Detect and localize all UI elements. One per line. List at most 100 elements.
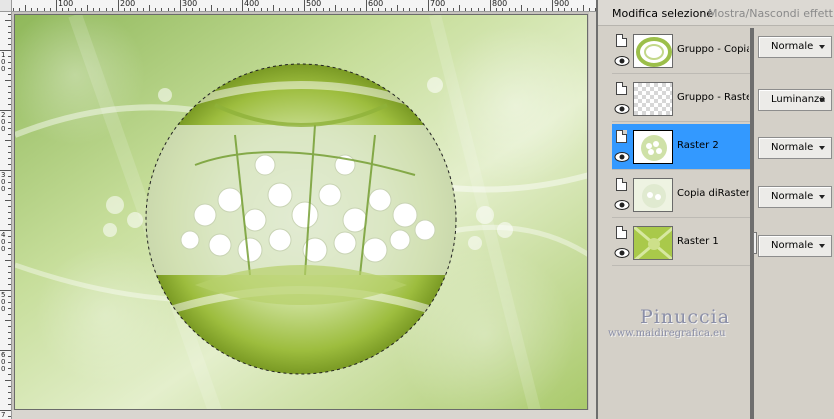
ruler-top: 100 200 300 400 500 600 700 800 900 [12,0,596,12]
ruler-tick [428,0,429,11]
eye-icon[interactable] [614,246,630,260]
layer-type-icon[interactable] [616,178,627,191]
blend-mode-select[interactable]: Normale [758,186,832,208]
ruler-tick [8,236,11,237]
ruler-left: 100200300400500600700 [0,12,12,419]
ruler-tick [8,242,11,243]
ruler-tick [279,8,281,11]
tab-edit-selection[interactable]: Modifica selezione [612,7,713,20]
layer-type-icon[interactable] [616,226,627,239]
ruler-tick [576,8,578,11]
ruler-tick [74,8,76,11]
ruler-tick [80,8,82,11]
eye-icon[interactable] [614,150,630,164]
ruler-tick [8,296,11,297]
ruler-tick [217,8,219,11]
ruler-tick [390,8,392,11]
ruler-label: 0 [1,305,6,313]
ruler-tick [564,8,566,11]
layer-name: Gruppo - Copia di [677,44,749,55]
blend-mode-value: Luminanza [771,94,826,105]
layer-type-icon[interactable] [616,34,627,47]
ruler-tick [8,374,11,375]
ruler-tick [8,164,11,165]
blend-mode-value: Normale [771,240,814,251]
layer-thumbnail [633,34,673,68]
panel-splitter-handle[interactable] [753,232,757,254]
layer-name: Raster 1 [677,236,719,247]
eye-icon[interactable] [614,198,630,212]
blend-mode-select[interactable]: Normale [758,36,832,58]
blend-mode-select[interactable]: Normale [758,137,832,159]
ruler-tick [5,260,11,261]
ruler-tick [304,0,305,11]
ruler-tick [8,86,11,87]
ruler-tick [229,8,231,11]
ruler-tick [8,134,11,135]
ruler-tick [8,206,11,207]
layer-thumbnail [633,178,673,212]
chevron-down-icon [819,45,825,49]
ruler-tick [8,182,11,183]
ruler-tick [31,8,33,11]
canvas-area[interactable]: 100 200 300 400 500 600 700 800 900 100 200 300 400… [0,0,596,419]
ruler-tick [521,5,522,11]
ruler-label: 0 [1,185,6,193]
tab-show-hide-layer-effects[interactable]: Mostra/Nascondi effetti liv [708,7,834,20]
ruler-tick [266,8,268,11]
ruler-tick [508,8,510,11]
blend-mode-select[interactable]: Normale [758,235,832,257]
ruler-tick [8,404,11,405]
ruler-tick [8,44,11,45]
ruler-tick [403,8,405,11]
ruler-tick [8,32,11,33]
ruler-tick [8,356,11,357]
ruler-tick [8,74,11,75]
ruler-tick [477,8,479,11]
ruler-tick [347,8,349,11]
ruler-tick [62,8,64,11]
canvas-scrollbar-horizontal[interactable] [12,410,596,419]
layer-row[interactable]: Raster 1 [612,220,750,266]
ruler-tick [49,8,51,11]
ruler-tick [409,8,411,11]
layers-panel: Modifica selezione Mostra/Nascondi effet… [596,0,834,419]
layer-type-icon[interactable] [616,130,627,143]
ruler-tick [111,8,113,11]
ruler-tick [514,8,516,11]
ruler-tick [8,308,11,309]
ruler-tick [570,8,572,11]
ruler-corner [0,0,12,12]
ruler-label: 0 [1,365,6,373]
ruler-tick [5,380,11,381]
ruler-tick [223,8,225,11]
layer-row-selected[interactable]: Raster 2 [612,124,750,170]
blend-mode-select[interactable]: Luminanza [758,89,832,111]
ruler-tick [211,5,212,11]
ruler-tick [204,8,206,11]
ruler-tick [273,5,274,11]
ruler-tick [5,80,11,81]
panel-splitter[interactable] [750,28,754,419]
ruler-tick [316,8,318,11]
layer-row[interactable]: Gruppo - Copia di [612,28,750,74]
ruler-tick [8,278,11,279]
layer-row[interactable]: Gruppo - Raster 3 [612,76,750,122]
app-window: 100 200 300 400 500 600 700 800 900 100 200 300 400… [0,0,834,419]
layer-row[interactable]: Copia diRaster 2 [612,172,750,218]
chevron-down-icon [819,146,825,150]
blend-mode-value: Normale [771,41,814,52]
eye-icon[interactable] [614,54,630,68]
layer-icons [614,176,630,216]
canvas-scrollbar-vertical[interactable] [589,12,596,410]
watermark-url: www.maidiregrafica.eu [608,328,726,339]
ruler-tick [397,5,398,11]
eye-icon[interactable] [614,102,630,116]
layer-type-icon[interactable] [616,82,627,95]
ruler-tick [8,398,11,399]
ruler-tick [8,368,11,369]
ruler-tick [310,8,312,11]
image-canvas[interactable] [14,14,588,410]
watermark-name: Pinuccia [640,306,731,328]
ruler-tick [8,248,11,249]
